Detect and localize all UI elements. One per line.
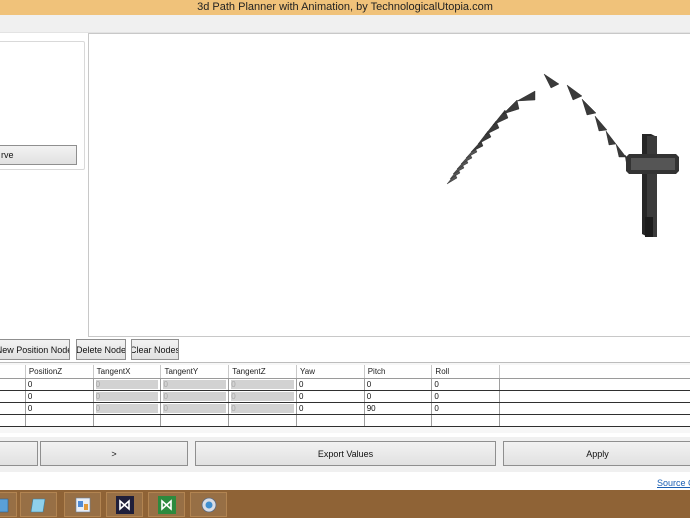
cell-tangenty: 0 xyxy=(160,390,230,403)
cell-pitch[interactable]: 0 xyxy=(364,390,433,403)
cell-roll[interactable]: 0 xyxy=(431,402,501,415)
window-title: 3d Path Planner with Animation, by Techn… xyxy=(0,0,690,15)
cell-yaw[interactable]: 0 xyxy=(296,390,365,403)
3d-viewport[interactable] xyxy=(88,33,690,337)
cell-positionz[interactable]: 0 xyxy=(25,378,94,391)
cell-positionz[interactable] xyxy=(25,414,94,427)
cell-positionz[interactable]: 0 xyxy=(25,390,94,403)
cell-roll[interactable] xyxy=(431,414,501,427)
table-row: 0 0 0 0 0 90 0 xyxy=(0,402,690,415)
cell-yaw[interactable] xyxy=(296,414,365,427)
new-position-node-button[interactable]: New Position Node xyxy=(0,339,70,360)
cell-yaw[interactable]: 0 xyxy=(296,402,365,415)
table-row: 0 0 0 0 0 0 0 xyxy=(0,378,690,391)
paint-icon[interactable] xyxy=(64,492,101,517)
cell-tangenty[interactable] xyxy=(160,414,230,427)
notepad-icon[interactable] xyxy=(20,492,57,517)
cell-value: 0 xyxy=(231,392,295,401)
node-grid: PositionZ TangentX TangentY TangentZ Yaw… xyxy=(0,362,690,433)
col-header-positionz[interactable]: PositionZ xyxy=(25,365,94,379)
delete-node-button[interactable]: Delete Node xyxy=(76,339,126,360)
visual-studio-icon[interactable] xyxy=(106,492,143,517)
col-header-roll[interactable]: Roll xyxy=(431,365,501,379)
col-header-tangentx[interactable]: TangentX xyxy=(93,365,162,379)
cell-tangenty: 0 xyxy=(160,378,230,391)
cell-value: 0 xyxy=(95,380,159,389)
cell-tangenty: 0 xyxy=(160,402,230,415)
cell-yaw[interactable]: 0 xyxy=(296,378,365,391)
col-header-rowselect[interactable] xyxy=(0,365,26,379)
table-row: 0 0 0 0 0 0 0 xyxy=(0,390,690,403)
file-explorer-icon[interactable] xyxy=(0,492,17,517)
visual-studio-express-icon[interactable] xyxy=(148,492,185,517)
apply-button[interactable]: Apply xyxy=(503,441,690,466)
node-table: PositionZ TangentX TangentY TangentZ Yaw… xyxy=(0,365,690,427)
cell-value: 0 xyxy=(95,404,159,413)
app-window-icon[interactable] xyxy=(190,492,227,517)
col-header-tangentz[interactable]: TangentZ xyxy=(228,365,298,379)
cell-tangentz: 0 xyxy=(228,378,298,391)
previous-button[interactable] xyxy=(0,441,38,466)
cell-value: 0 xyxy=(163,380,227,389)
cell-value: 0 xyxy=(231,380,295,389)
curve-button[interactable]: rve xyxy=(0,145,77,165)
row-selector[interactable] xyxy=(0,414,26,427)
row-selector[interactable] xyxy=(0,378,26,391)
col-header-filler xyxy=(499,365,690,379)
cell-value: 0 xyxy=(231,404,295,413)
cell-filler xyxy=(499,378,690,391)
col-header-tangenty[interactable]: TangentY xyxy=(160,365,230,379)
col-header-yaw[interactable]: Yaw xyxy=(296,365,365,379)
menu-strip xyxy=(0,15,690,33)
cell-value: 0 xyxy=(163,404,227,413)
cell-tangentx: 0 xyxy=(93,390,162,403)
cell-pitch[interactable] xyxy=(364,414,433,427)
cell-tangentx[interactable] xyxy=(93,414,162,427)
cell-filler xyxy=(499,414,690,427)
cell-value: 0 xyxy=(163,392,227,401)
next-button[interactable]: > xyxy=(40,441,188,466)
cell-tangentz[interactable] xyxy=(228,414,298,427)
cell-roll[interactable]: 0 xyxy=(431,390,501,403)
cell-value: 0 xyxy=(95,392,159,401)
export-values-button[interactable]: Export Values xyxy=(195,441,496,466)
table-row-new xyxy=(0,414,690,427)
cell-pitch[interactable]: 90 xyxy=(364,402,433,415)
cell-pitch[interactable]: 0 xyxy=(364,378,433,391)
cell-roll[interactable]: 0 xyxy=(431,378,501,391)
cell-positionz[interactable]: 0 xyxy=(25,402,94,415)
taskbar xyxy=(0,490,690,518)
grid-header-row: PositionZ TangentX TangentY TangentZ Yaw… xyxy=(0,365,690,379)
row-selector[interactable] xyxy=(0,390,26,403)
cell-tangentx: 0 xyxy=(93,378,162,391)
cell-filler xyxy=(499,390,690,403)
path-scene xyxy=(446,73,679,237)
clear-nodes-button[interactable]: Clear Nodes xyxy=(131,339,179,360)
cell-tangentx: 0 xyxy=(93,402,162,415)
row-selector[interactable] xyxy=(0,402,26,415)
cross-model xyxy=(626,134,679,237)
cell-tangentz: 0 xyxy=(228,402,298,415)
cell-tangentz: 0 xyxy=(228,390,298,403)
col-header-pitch[interactable]: Pitch xyxy=(364,365,433,379)
source-link[interactable]: Source C xyxy=(657,478,690,488)
cell-filler xyxy=(499,402,690,415)
path-arrows xyxy=(446,73,635,185)
